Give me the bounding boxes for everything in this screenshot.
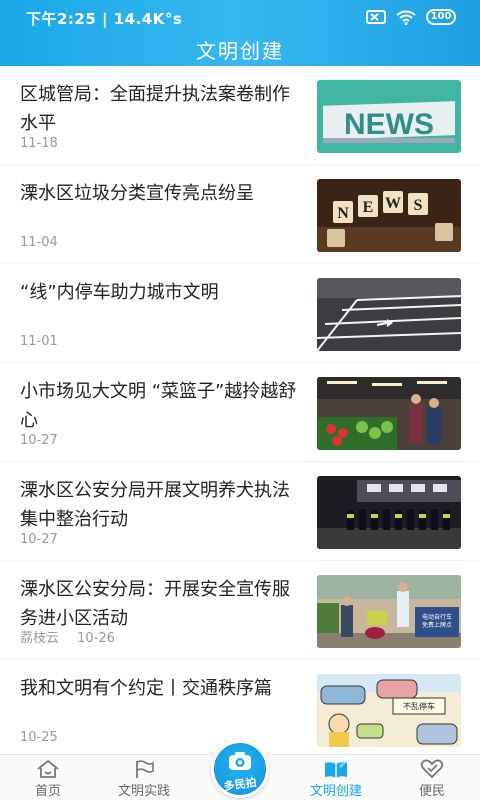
article-meta: 11-18 <box>20 136 58 151</box>
police-night-image <box>317 476 461 549</box>
tab-convenience-label: 便民 <box>418 784 445 799</box>
news-tiles-image: N E W S <box>317 179 461 252</box>
flag-icon <box>136 760 154 778</box>
article-date: 10-25 <box>20 730 58 745</box>
article-meta: 荔枝云 10-26 <box>20 627 115 646</box>
center-button-label: 多民拍 <box>222 775 258 794</box>
tab-convenience[interactable]: 便民 <box>384 757 480 800</box>
article-source: 荔枝云 <box>20 631 60 646</box>
article-meta: 10-27 <box>20 532 58 547</box>
article-meta: 10-27 <box>20 433 58 448</box>
svg-text:不乱停车: 不乱停车 <box>403 701 435 711</box>
cartoon-traffic-image: 不乱停车 <box>317 674 461 747</box>
article-title: 溧水区公安分局：开展安全宣传服务进小区活动 <box>20 579 290 629</box>
article-list[interactable]: 区城管局：全面提升执法案卷制作水平 11-18 NEWS 溧水区垃圾分类宣传亮点… <box>0 66 480 754</box>
sim-off-icon <box>366 10 386 24</box>
article-date: 11-01 <box>20 334 58 349</box>
article-meta: 10-25 <box>20 730 58 745</box>
article-date: 10-26 <box>77 631 115 646</box>
news-sign-image: NEWS <box>317 80 461 153</box>
tab-civic-creation-label: 文明创建 <box>309 784 362 799</box>
center-camera-button[interactable]: 多民拍 <box>211 740 269 798</box>
svg-text:W: W <box>385 195 401 212</box>
battery-icon: 100 <box>426 9 456 25</box>
list-item[interactable]: 溧水区公安分局：开展安全宣传服务进小区活动 荔枝云 10-26 电动自行车免费上… <box>0 561 480 660</box>
heart-icon <box>420 759 444 779</box>
community-safety-image: 电动自行车免费上牌点 <box>317 575 461 648</box>
header: 下午2:25 | 14.4K°s 100 文明创建 <box>0 0 480 66</box>
tab-home-label: 首页 <box>34 784 61 799</box>
tab-civic-practice-label: 文明实践 <box>117 784 170 799</box>
article-meta: 11-04 <box>20 235 58 250</box>
article-date: 11-04 <box>20 235 58 250</box>
wifi-icon <box>396 10 416 25</box>
article-title: 我和文明有个约定丨交通秩序篇 <box>20 678 272 699</box>
status-time-speed: 下午2:25 | 14.4K°s <box>26 10 183 28</box>
list-item[interactable]: 溧水区垃圾分类宣传亮点纷呈 11-04 N E W S <box>0 165 480 264</box>
article-date: 10-27 <box>20 433 58 448</box>
tab-home[interactable]: 首页 <box>0 757 96 800</box>
svg-text:N: N <box>337 205 349 222</box>
list-item[interactable]: 小市场见大文明 “菜篮子”越拎越舒心 10-27 <box>0 363 480 462</box>
parking-lines-image <box>317 278 461 351</box>
camera-icon <box>229 752 251 770</box>
market-image <box>317 377 461 450</box>
article-date: 10-27 <box>20 532 58 547</box>
article-date: 11-18 <box>20 136 58 151</box>
article-meta: 11-01 <box>20 334 58 349</box>
article-title: 溧水区垃圾分类宣传亮点纷呈 <box>20 183 254 204</box>
article-title: “线”内停车助力城市文明 <box>20 282 219 303</box>
list-item[interactable]: “线”内停车助力城市文明 11-01 <box>0 264 480 363</box>
tab-civic-creation[interactable]: 文明创建 <box>288 757 384 800</box>
status-icons: 100 <box>366 9 456 25</box>
status-bar: 下午2:25 | 14.4K°s 100 <box>0 0 480 34</box>
home-icon <box>37 759 59 778</box>
book-icon <box>325 761 347 778</box>
article-title: 小市场见大文明 “菜篮子”越拎越舒心 <box>20 381 297 431</box>
list-item[interactable]: 溧水区公安分局开展文明养犬执法集中整治行动 10-27 <box>0 462 480 561</box>
article-title: 溧水区公安分局开展文明养犬执法集中整治行动 <box>20 480 290 530</box>
article-title: 区城管局：全面提升执法案卷制作水平 <box>20 84 290 134</box>
tab-civic-practice[interactable]: 文明实践 <box>96 757 192 800</box>
svg-text:E: E <box>363 199 374 216</box>
svg-text:NEWS: NEWS <box>344 108 434 141</box>
page-title: 文明创建 <box>196 39 284 63</box>
list-item[interactable]: 区城管局：全面提升执法案卷制作水平 11-18 NEWS <box>0 66 480 165</box>
svg-text:S: S <box>414 197 423 214</box>
